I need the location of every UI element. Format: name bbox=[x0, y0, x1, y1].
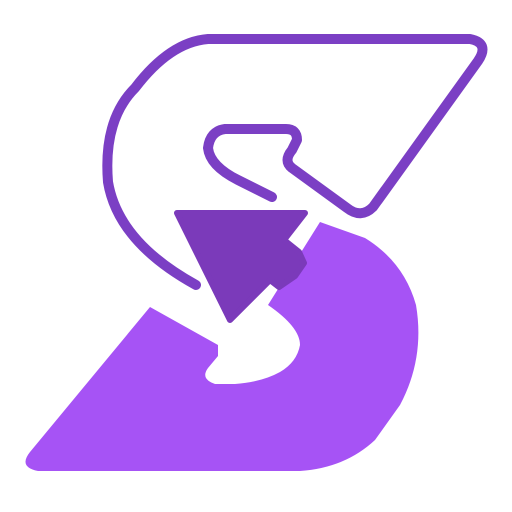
logo-canvas bbox=[0, 0, 512, 512]
s-cursor-logo bbox=[25, 34, 488, 471]
